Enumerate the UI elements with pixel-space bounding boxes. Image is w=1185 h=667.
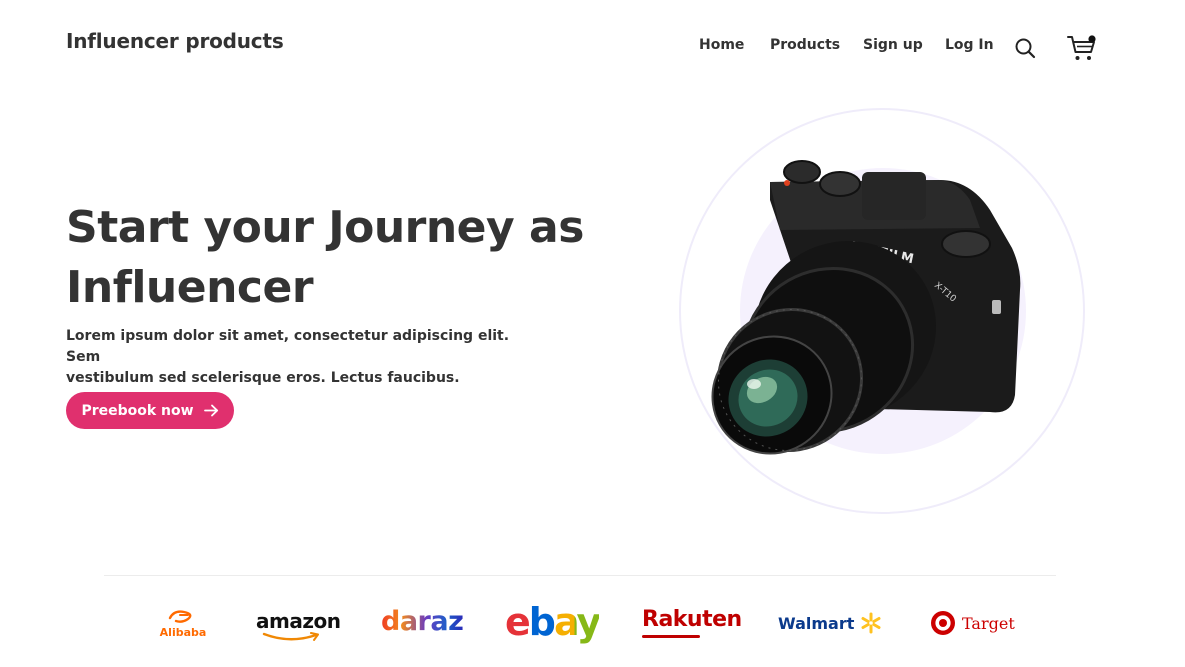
hero-title-line2: Influencer [66,262,314,313]
hero-title: Start your Journey as Influencer [66,198,626,318]
partner-alibaba-logo[interactable]: Alibaba [158,608,208,639]
hero-subtitle-line2: vestibulum sed scelerisque eros. Lectus … [66,370,460,386]
partner-target-logo[interactable]: Target [930,610,1015,636]
partner-ebay-logo[interactable]: ebay [505,600,601,644]
rakuten-underline [642,635,700,638]
nav-home[interactable]: Home [699,37,744,53]
nav-products[interactable]: Products [770,37,840,53]
preebook-button[interactable]: Preebook now [66,392,234,429]
walmart-text: Walmart [778,613,855,633]
partner-rakuten-logo[interactable]: Rakuten [642,607,742,638]
alibaba-icon [168,610,192,623]
daraz-text: daraz [381,606,464,637]
hero-subtitle-line1: Lorem ipsum dolor sit amet, consectetur … [66,328,510,365]
preebook-button-label: Preebook now [81,402,194,419]
amazon-text: amazon [256,609,341,633]
cart-badge [1088,35,1096,43]
hero-title-line1: Start your Journey as [66,202,584,253]
partner-daraz-logo[interactable]: daraz [381,606,464,637]
rakuten-text: Rakuten [642,607,742,632]
target-bullseye-icon [931,611,955,635]
nav-login[interactable]: Log In [945,37,994,53]
ebay-text: ebay [505,600,601,644]
target-text: Target [962,613,1015,633]
nav-signup[interactable]: Sign up [863,37,923,53]
partner-walmart-logo[interactable]: Walmart [778,612,882,634]
camera-image: FUJIFILM X-T10 [711,160,1021,455]
alibaba-text: Alibaba [159,626,207,639]
brand-logo[interactable]: Influencer products [66,29,284,53]
amazon-smile-icon [262,632,319,641]
walmart-spark-icon [861,612,881,634]
search-icon[interactable] [1014,37,1036,59]
arrow-right-icon [203,404,218,417]
hero-subtitle: Lorem ipsum dolor sit amet, consectetur … [66,326,516,389]
partners-divider [104,575,1056,576]
cart-icon[interactable] [1066,33,1098,63]
partner-amazon-logo[interactable]: amazon [256,609,341,641]
